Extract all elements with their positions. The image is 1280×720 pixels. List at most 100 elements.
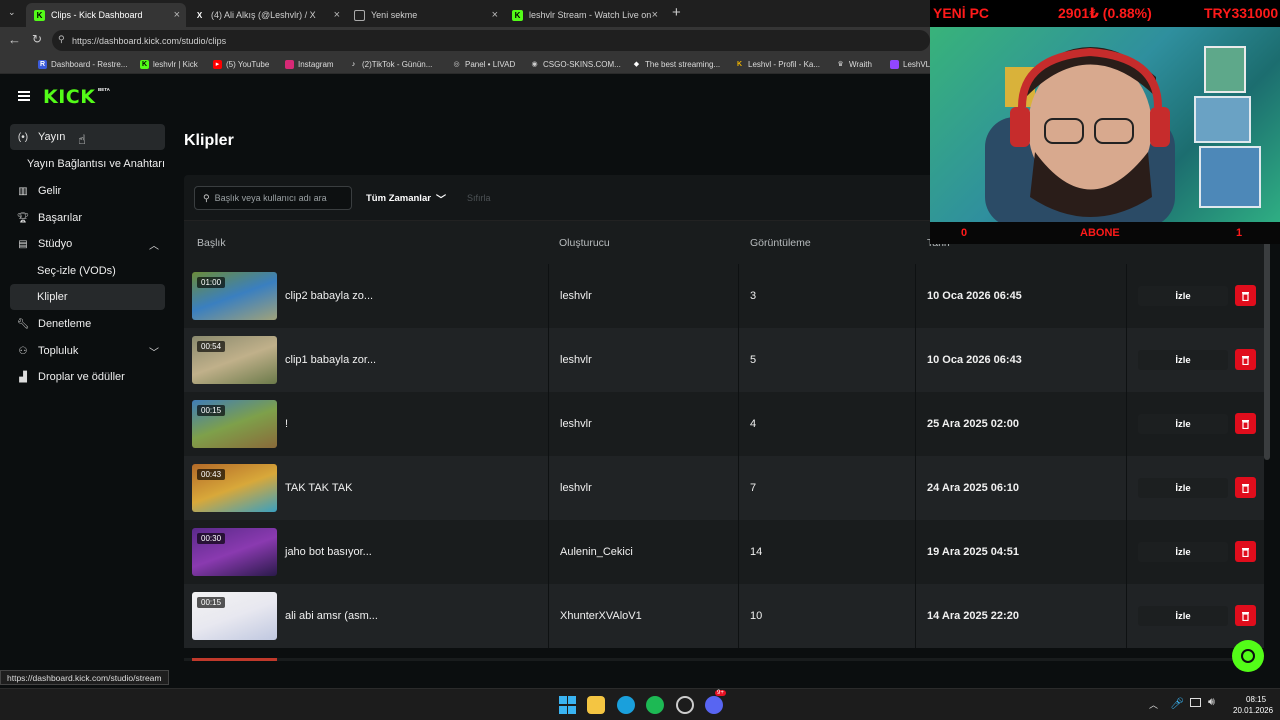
sidebar-item-gelir[interactable]: ▥ Gelir <box>10 178 165 204</box>
tab-close-icon[interactable]: × <box>334 9 340 21</box>
kick-logo[interactable]: KICK <box>43 86 95 108</box>
reload-icon[interactable]: ↻ <box>32 32 42 46</box>
clip-title[interactable]: ! <box>285 392 545 456</box>
sidebar-item-droplar[interactable]: ▟ Droplar ve ödüller <box>10 364 165 390</box>
volume-icon[interactable]: 🔊︎ <box>1208 696 1215 709</box>
clip-title[interactable]: ali abi amsr (asm... <box>285 584 545 648</box>
clip-title[interactable]: clip1 babayla zor... <box>285 328 545 392</box>
bookmark-item[interactable]: ♛ Wraith <box>836 57 872 71</box>
clip-views: 7 <box>750 482 757 494</box>
sidebar-item-denetleme[interactable]: 🔧︎ Denetleme <box>10 311 165 337</box>
bookmark-item[interactable]: LeshVL <box>890 57 930 71</box>
table-row[interactable]: 00:15 ali abi amsr (asm... XhunterXVAloV1 1… <box>184 584 1264 648</box>
clock-time[interactable]: 08:15 <box>1246 695 1266 704</box>
bookmark-item[interactable]: ◎ Panel • LIVAD <box>452 57 515 71</box>
column-divider <box>915 520 916 584</box>
clip-date: 19 Ara 2025 04:51 <box>927 546 1019 558</box>
watch-button[interactable]: İzle <box>1138 478 1228 498</box>
tab-kick-stream[interactable]: K leshvlr Stream - Watch Live on Kick × <box>504 3 664 27</box>
bookmark-item[interactable]: R Dashboard - Restre... <box>38 57 127 71</box>
delete-button[interactable] <box>1235 605 1256 626</box>
column-header-views[interactable]: Görüntüleme <box>750 221 811 265</box>
delete-button[interactable] <box>1235 285 1256 306</box>
delete-button[interactable] <box>1235 413 1256 434</box>
tab-close-icon[interactable]: × <box>174 9 180 21</box>
overlay-bar-left: 0 <box>961 227 968 239</box>
sidebar-item-yayin[interactable]: (•) Yayın ☝ <box>10 124 165 150</box>
watch-button[interactable]: İzle <box>1138 414 1228 434</box>
bookmark-item[interactable]: K Leshvl - Profil - Ka... <box>735 57 820 71</box>
clip-creator[interactable]: Aulenin_Cekici <box>560 520 633 584</box>
table-row[interactable]: 01:00 clip2 babayla zo... leshvlr 3 10 Oca 2… <box>184 264 1264 328</box>
spotify-icon[interactable] <box>646 696 664 714</box>
tab-x[interactable]: X (4) Ali Alkış (@Leshvlr) / X × <box>186 3 346 27</box>
watch-button[interactable]: İzle <box>1138 350 1228 370</box>
tab-close-icon[interactable]: × <box>492 9 498 21</box>
delete-button[interactable] <box>1235 477 1256 498</box>
display-icon[interactable] <box>1190 698 1201 707</box>
clip-thumbnail[interactable]: 00:15 <box>192 592 277 640</box>
sidebar-item-vods[interactable]: Seç-izle (VODs) <box>10 258 165 284</box>
edge-browser-icon[interactable] <box>617 696 635 714</box>
time-filter-dropdown[interactable]: Tüm Zamanlar ﹀ <box>366 186 446 210</box>
clip-creator[interactable]: leshvlr <box>560 456 592 520</box>
tab-close-icon[interactable]: × <box>652 9 658 21</box>
scrollbar[interactable] <box>1264 220 1270 460</box>
delete-button[interactable] <box>1235 541 1256 562</box>
watch-button[interactable]: İzle <box>1138 286 1228 306</box>
bookmark-item[interactable]: ♪ (2)TikTok - Günün... <box>349 57 433 71</box>
windows-start-icon[interactable] <box>558 696 576 714</box>
table-row[interactable]: 00:54 clip1 babayla zor... leshvlr 5 10 Oca … <box>184 328 1264 392</box>
bookmark-item[interactable]: Instagram <box>285 57 334 71</box>
site-info-icon[interactable]: ⚲ <box>58 34 65 45</box>
sidebar-item-klipler[interactable]: Klipler <box>10 284 165 310</box>
reset-button[interactable]: Sıfırla <box>467 186 491 210</box>
watch-button[interactable]: İzle <box>1138 542 1228 562</box>
clip-title[interactable]: TAK TAK TAK <box>285 456 545 520</box>
clip-title[interactable]: jaho bot basıyor... <box>285 520 545 584</box>
discord-icon[interactable]: 9+ <box>705 690 726 714</box>
tab-new[interactable]: Yeni sekme × <box>346 3 504 27</box>
search-input[interactable]: ⚲ Başlık veya kullanıcı adı ara <box>194 186 352 210</box>
clip-thumbnail[interactable]: 01:00 <box>192 272 277 320</box>
menu-icon[interactable] <box>18 91 30 101</box>
tab-list-chevron-icon[interactable]: ⌄ <box>8 7 16 18</box>
new-tab-plus-icon[interactable]: + <box>672 4 681 21</box>
microphone-icon[interactable]: 🎤︎ <box>1170 697 1184 710</box>
tray-chevron-up-icon[interactable]: ︿ <box>1149 698 1158 711</box>
sidebar-item-topluluk[interactable]: ⚇ Topluluk ﹀ <box>10 338 165 364</box>
webcam-scene <box>985 46 1261 222</box>
sidebar-item-basarilar[interactable]: 🏆︎ Başarılar <box>10 205 165 231</box>
clip-creator[interactable]: leshvlr <box>560 392 592 456</box>
support-button[interactable] <box>1232 640 1264 672</box>
clip-thumbnail[interactable]: 00:43 <box>192 464 277 512</box>
table-row[interactable]: 00:15! leshvlr 4 25 Ara 2025 02:00 İzle <box>184 392 1264 456</box>
clock-date[interactable]: 20.01.2026 <box>1233 706 1273 715</box>
column-header-creator[interactable]: Oluşturucu <box>559 221 610 265</box>
bookmark-item[interactable]: ◆ The best streaming... <box>632 57 720 71</box>
clip-creator[interactable]: leshvlr <box>560 264 592 328</box>
x-icon: X <box>196 10 203 20</box>
bookmark-item[interactable]: ▸ (5) YouTube <box>213 57 269 71</box>
table-row[interactable]: 00:43 TAK TAK TAK leshvlr 7 24 Ara 2025 06:1… <box>184 456 1264 520</box>
url-field[interactable]: ⚲ https://dashboard.kick.com/studio/clip… <box>52 30 930 51</box>
search-placeholder: Başlık veya kullanıcı adı ara <box>214 193 327 203</box>
back-icon[interactable]: ← <box>8 32 21 47</box>
clip-thumbnail[interactable]: 00:30 <box>192 528 277 576</box>
clip-thumbnail[interactable]: 00:15 <box>192 400 277 448</box>
sidebar-item-studyo[interactable]: ▤ Stüdyo ︿ <box>10 231 165 257</box>
table-row[interactable]: 00:30 jaho bot basıyor... Aulenin_Cekici 14… <box>184 520 1264 584</box>
tab-clips[interactable]: K Clips - Kick Dashboard × <box>26 3 186 27</box>
clip-creator[interactable]: leshvlr <box>560 328 592 392</box>
clip-creator[interactable]: XhunterXVAloV1 <box>560 584 642 648</box>
obs-icon[interactable] <box>676 696 694 714</box>
sidebar-item-stream-key[interactable]: Yayın Bağlantısı ve Anahtarı <box>10 151 172 177</box>
bookmark-item[interactable]: ◉ CSGO-SKINS.COM... <box>530 57 620 71</box>
bookmark-item[interactable]: Kleshvlr | Kick <box>140 57 198 71</box>
clip-title[interactable]: clip2 babayla zo... <box>285 264 545 328</box>
delete-button[interactable] <box>1235 349 1256 370</box>
watch-button[interactable]: İzle <box>1138 606 1228 626</box>
column-header-title[interactable]: Başlık <box>197 221 226 265</box>
clip-thumbnail[interactable]: 00:54 <box>192 336 277 384</box>
file-explorer-icon[interactable] <box>587 696 605 714</box>
